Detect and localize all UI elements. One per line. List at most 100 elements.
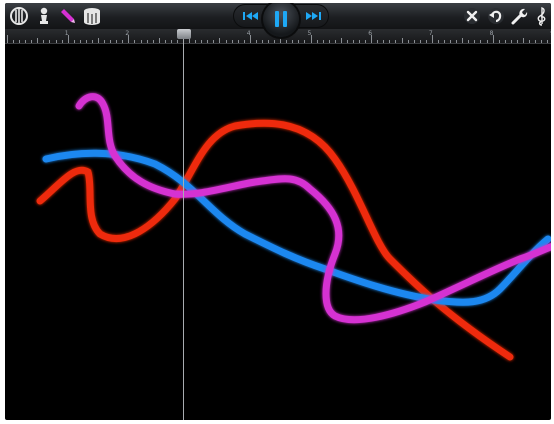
ruler-minor-tick <box>49 40 51 43</box>
ruler-minor-tick <box>61 40 63 43</box>
pause-icon <box>275 11 287 27</box>
ruler-label: 9 <box>550 30 551 37</box>
ruler-label: 5 <box>307 30 312 37</box>
ruler-minor-tick <box>425 40 427 43</box>
ruler-minor-tick <box>340 38 342 43</box>
ruler-minor-tick <box>110 40 112 43</box>
ruler-minor-tick <box>176 40 178 43</box>
ruler-minor-tick <box>146 40 148 43</box>
ruler-minor-tick <box>407 40 409 43</box>
chess-pawn-icon[interactable] <box>34 6 54 26</box>
ruler-label: 8 <box>489 30 494 37</box>
ruler-minor-tick <box>152 40 154 43</box>
ruler-minor-tick <box>504 40 506 43</box>
ruler-minor-tick <box>225 40 227 43</box>
ruler-minor-tick <box>462 38 464 43</box>
ruler-minor-tick <box>201 40 203 43</box>
treble-clef-icon[interactable] <box>532 6 551 26</box>
wrench-icon[interactable] <box>509 6 529 26</box>
ruler-minor-tick <box>91 40 93 43</box>
drum-icon[interactable] <box>82 6 102 26</box>
ruler-minor-tick <box>334 40 336 43</box>
ruler-minor-tick <box>298 40 300 43</box>
ruler-minor-tick <box>541 40 543 43</box>
ruler-minor-tick <box>164 40 166 43</box>
ruler-minor-tick <box>134 40 136 43</box>
toolbar <box>5 3 551 37</box>
undo-icon[interactable] <box>486 6 506 26</box>
ruler-minor-tick <box>437 40 439 43</box>
ruler-minor-tick <box>140 40 142 43</box>
red-curve[interactable] <box>36 119 514 361</box>
ruler-minor-tick <box>498 40 500 43</box>
ruler-minor-tick <box>328 40 330 43</box>
harp-icon[interactable] <box>9 6 29 26</box>
ruler-minor-tick <box>280 38 282 43</box>
ruler-minor-tick <box>547 40 549 43</box>
ruler-minor-tick <box>383 40 385 43</box>
ruler-minor-tick <box>516 40 518 43</box>
ruler-minor-tick <box>170 40 172 43</box>
fast-forward-button[interactable] <box>303 6 323 26</box>
ruler-minor-tick <box>19 40 21 43</box>
pencil-icon[interactable] <box>57 6 77 26</box>
ruler-minor-tick <box>122 40 124 43</box>
ruler-minor-tick <box>377 40 379 43</box>
ruler-minor-tick <box>450 40 452 43</box>
ruler-minor-tick <box>43 40 45 43</box>
ruler-minor-tick <box>322 40 324 43</box>
ruler-label: 6 <box>368 30 373 37</box>
ruler-minor-tick <box>116 40 118 43</box>
ruler-label: 4 <box>246 30 251 37</box>
ruler-minor-tick <box>304 40 306 43</box>
close-icon[interactable] <box>462 6 482 26</box>
ruler-minor-tick <box>480 40 482 43</box>
ruler-minor-tick <box>468 40 470 43</box>
ruler-minor-tick <box>359 40 361 43</box>
ruler-minor-tick <box>395 40 397 43</box>
ruler-label: 7 <box>428 30 433 37</box>
rewind-button[interactable] <box>241 6 261 26</box>
ruler-minor-tick <box>535 40 537 43</box>
ruler-minor-tick <box>255 40 257 43</box>
ruler-minor-tick <box>55 40 57 43</box>
ruler-minor-tick <box>522 38 524 43</box>
playhead-line[interactable] <box>183 39 184 420</box>
ruler-minor-tick <box>207 40 209 43</box>
ruler-minor-tick <box>474 40 476 43</box>
ruler-label: 2 <box>125 30 130 37</box>
ruler-minor-tick <box>25 40 27 43</box>
ruler-minor-tick <box>316 40 318 43</box>
ruler-minor-tick <box>268 40 269 43</box>
ruler-minor-tick <box>261 40 263 43</box>
drawing-canvas[interactable] <box>5 44 551 420</box>
ruler-minor-tick <box>37 38 39 43</box>
ruler-minor-tick <box>79 40 81 43</box>
ruler-minor-tick <box>219 38 221 43</box>
ruler-minor-tick <box>158 38 160 43</box>
ruler-minor-tick <box>85 40 87 43</box>
ruler-minor-tick <box>486 40 488 43</box>
ruler-minor-tick <box>352 40 354 43</box>
ruler-minor-tick <box>195 40 197 43</box>
ruler-minor-tick <box>286 40 288 43</box>
ruler-minor-tick <box>98 38 100 43</box>
ruler-minor-tick <box>31 40 33 43</box>
magenta-curve[interactable] <box>75 93 551 324</box>
ruler-minor-tick <box>456 40 458 43</box>
ruler-minor-tick <box>401 38 403 43</box>
ruler-minor-tick <box>213 40 215 43</box>
ruler-minor-tick <box>510 40 512 43</box>
ruler-minor-tick <box>413 40 415 43</box>
ruler-minor-tick <box>292 40 294 43</box>
ruler-minor-tick <box>104 40 106 43</box>
rewind-icon <box>243 12 258 20</box>
ruler-minor-tick <box>346 40 348 43</box>
ruler-minor-tick <box>237 40 239 43</box>
ruler-minor-tick <box>231 40 233 43</box>
ruler-minor-tick <box>444 40 446 43</box>
ruler-minor-tick <box>419 40 421 43</box>
playhead-handle[interactable] <box>177 29 191 39</box>
ruler-label: 1 <box>64 30 69 37</box>
ruler-minor-tick <box>274 40 276 43</box>
